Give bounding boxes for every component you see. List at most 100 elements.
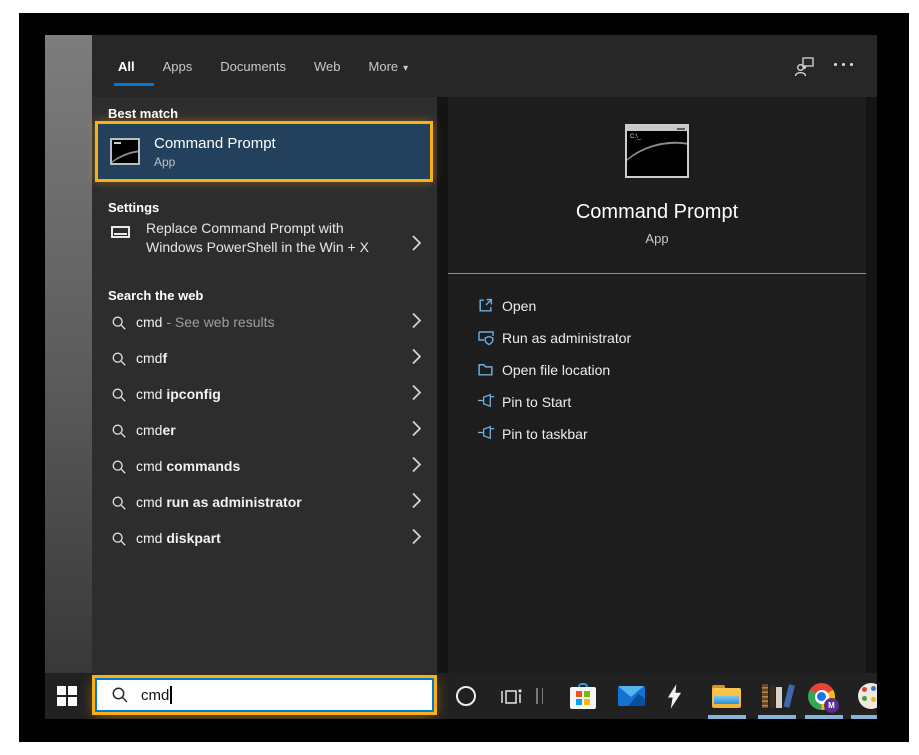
command-prompt-icon-large: C:\_ (625, 124, 689, 178)
books-app-button[interactable] (762, 684, 790, 708)
settings-label-line2: Windows PowerShell in the Win + X (146, 238, 396, 257)
start-button[interactable] (57, 686, 79, 706)
settings-label-line1: Replace Command Prompt with (146, 219, 396, 238)
chevron-right-icon[interactable] (412, 313, 421, 334)
screenshot-root: All Apps Documents Web More ▾ (0, 0, 919, 755)
tab-more[interactable]: More ▾ (369, 59, 409, 74)
command-prompt-icon (110, 138, 140, 165)
web-suggestion-row[interactable]: cmdf (92, 341, 437, 377)
lightning-app-button[interactable] (666, 684, 683, 714)
suggestion-text: cmd ipconfig (136, 386, 221, 402)
palette-app-button[interactable] (858, 683, 877, 709)
window-icon (111, 226, 130, 238)
preview-title: Command Prompt (448, 201, 866, 224)
web-suggestion-row[interactable]: cmd run as administrator (92, 485, 437, 521)
task-view-button[interactable] (500, 686, 522, 711)
search-icon (111, 315, 127, 336)
search-icon (111, 531, 127, 552)
action-pin-to-taskbar[interactable]: Pin to taskbar (448, 418, 866, 450)
open-app-indicator (708, 715, 746, 719)
search-icon (111, 459, 127, 480)
chevron-down-icon: ▾ (403, 63, 408, 74)
chevron-right-icon[interactable] (412, 421, 421, 442)
taskbar: cmd (45, 673, 877, 719)
suggestion-text: cmder (136, 422, 176, 438)
pin-icon (477, 393, 496, 413)
suggestion-text: cmd diskpart (136, 530, 221, 546)
open-app-indicator (805, 715, 843, 719)
microsoft-store-button[interactable] (570, 683, 596, 710)
tab-web[interactable]: Web (314, 59, 341, 74)
taskbar-separator (536, 688, 543, 704)
chevron-right-icon[interactable] (412, 235, 421, 256)
search-query-text: cmd (141, 687, 169, 704)
admin-shield-icon (477, 329, 495, 351)
web-suggestion-row[interactable]: cmd commands (92, 449, 437, 485)
best-match-text: Command Prompt App (154, 135, 276, 169)
feedback-icon[interactable] (794, 56, 815, 82)
chevron-right-icon[interactable] (412, 529, 421, 550)
text-cursor (170, 686, 172, 704)
results-panel: Best match Command Prompt App Settings (92, 97, 437, 673)
settings-result-label: Replace Command Prompt with Windows Powe… (146, 219, 396, 257)
action-label: Pin to taskbar (502, 426, 588, 442)
web-suggestions-list: cmd - See web results cmdf cmd ipconfig (92, 305, 437, 557)
suggestion-text: cmd commands (136, 458, 240, 474)
taskbar-search-input[interactable]: cmd (95, 678, 434, 712)
open-icon (477, 297, 494, 319)
suggestion-text: cmd - See web results (136, 314, 275, 330)
suggestion-text: cmdf (136, 350, 167, 366)
more-options-icon[interactable] (834, 63, 853, 66)
preview-panel: C:\_ Command Prompt App Open (448, 97, 866, 673)
web-suggestion-row[interactable]: cmd ipconfig (92, 377, 437, 413)
open-app-indicator (851, 715, 877, 719)
action-label: Open (502, 298, 536, 314)
suggestion-text: cmd run as administrator (136, 494, 302, 510)
web-suggestion-row[interactable]: cmd - See web results (92, 305, 437, 341)
action-label: Run as administrator (502, 330, 631, 346)
search-icon (111, 686, 129, 704)
chevron-right-icon[interactable] (412, 457, 421, 478)
mail-button[interactable] (618, 686, 645, 706)
chevron-right-icon[interactable] (412, 385, 421, 406)
chevron-right-icon[interactable] (412, 349, 421, 370)
open-app-indicator (758, 715, 796, 719)
settings-result[interactable]: Replace Command Prompt with Windows Powe… (92, 219, 437, 271)
cortana-button[interactable] (456, 686, 476, 706)
web-suggestion-row[interactable]: cmd diskpart (92, 521, 437, 557)
tab-all[interactable]: All (118, 59, 135, 74)
result-title: Command Prompt (154, 135, 276, 152)
best-match-result[interactable]: Command Prompt App (95, 121, 433, 182)
preview-subtitle: App (448, 231, 866, 246)
search-filter-bar: All Apps Documents Web More ▾ (92, 35, 877, 97)
preview-actions: Open Run as administrator (448, 290, 866, 450)
action-open[interactable]: Open (448, 290, 866, 322)
file-explorer-button[interactable] (712, 685, 741, 708)
action-label: Open file location (502, 362, 610, 378)
active-tab-indicator (114, 83, 154, 86)
panel-edge (866, 97, 877, 673)
tab-more-label: More (369, 59, 399, 74)
search-icon (111, 351, 127, 372)
search-flyout: All Apps Documents Web More ▾ (92, 35, 877, 673)
action-open-file-location[interactable]: Open file location (448, 354, 866, 386)
result-subtitle: App (154, 155, 276, 169)
chrome-profile-badge: M (824, 698, 839, 713)
section-header-settings: Settings (108, 200, 159, 215)
chevron-right-icon[interactable] (412, 493, 421, 514)
search-results-area: Best match Command Prompt App Settings (92, 97, 877, 673)
tab-documents[interactable]: Documents (220, 59, 286, 74)
action-run-as-administrator[interactable]: Run as administrator (448, 322, 866, 354)
preview-divider (448, 273, 866, 274)
filter-tabs: All Apps Documents Web More ▾ (118, 35, 408, 97)
folder-icon (477, 361, 494, 383)
search-icon (111, 495, 127, 516)
action-pin-to-start[interactable]: Pin to Start (448, 386, 866, 418)
search-icon (111, 387, 127, 408)
section-header-best-match: Best match (108, 106, 178, 121)
action-label: Pin to Start (502, 394, 571, 410)
chrome-button[interactable]: M (808, 683, 835, 710)
desktop-frame: All Apps Documents Web More ▾ (19, 13, 909, 742)
tab-apps[interactable]: Apps (163, 59, 193, 74)
web-suggestion-row[interactable]: cmder (92, 413, 437, 449)
